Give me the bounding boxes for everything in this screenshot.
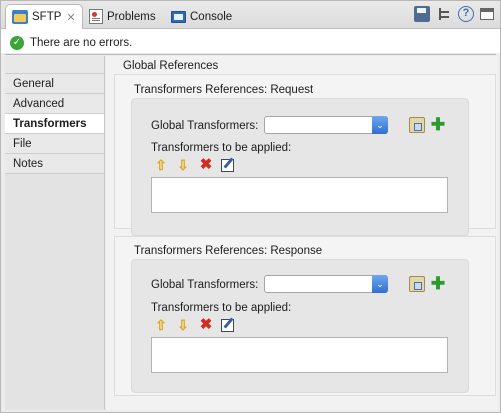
add-icon[interactable]: ✚ <box>430 275 446 293</box>
toolbar: ? <box>414 6 494 22</box>
transformers-list[interactable] <box>151 337 448 373</box>
arrow-up-icon[interactable]: ⇧ <box>153 157 169 173</box>
arrow-down-icon[interactable]: ⇩ <box>175 317 191 333</box>
transformers-applied-label: Transformers to be applied: <box>151 142 292 154</box>
sidebar-item-file[interactable]: File <box>5 134 104 154</box>
sidebar-item-advanced[interactable]: Advanced <box>5 94 104 114</box>
tab-label: SFTP <box>32 11 62 23</box>
delete-icon[interactable]: ✖ <box>198 317 214 333</box>
section-title: Global References <box>123 60 219 72</box>
editor-window: SFTP ✕ Problems Console ? ✓ There are no… <box>0 0 501 413</box>
main-content: Global References Transformers Reference… <box>106 56 498 410</box>
folder-icon <box>12 10 28 24</box>
tab-sftp[interactable]: SFTP ✕ <box>5 4 83 29</box>
response-group-title: Transformers References: Response <box>134 245 323 257</box>
status-text: There are no errors. <box>30 37 133 49</box>
delete-icon[interactable]: ✖ <box>198 157 214 173</box>
sidebar-header <box>5 56 104 74</box>
browse-icon[interactable] <box>409 117 425 133</box>
arrow-up-icon[interactable]: ⇧ <box>153 317 169 333</box>
sidebar: General Advanced Transformers File Notes <box>5 56 105 410</box>
tab-bar: SFTP ✕ Problems Console ? <box>1 1 500 29</box>
arrow-down-icon[interactable]: ⇩ <box>175 157 191 173</box>
sidebar-item-notes[interactable]: Notes <box>5 154 104 174</box>
console-icon <box>171 10 186 23</box>
transformers-list[interactable] <box>151 177 448 213</box>
tab-console[interactable]: Console <box>171 4 232 29</box>
global-transformers-label: Global Transformers: <box>151 279 259 291</box>
close-icon[interactable]: ✕ <box>66 11 75 24</box>
save-icon[interactable] <box>414 6 430 22</box>
divider <box>5 54 496 55</box>
edit-icon[interactable] <box>221 159 234 172</box>
problems-icon <box>89 9 103 24</box>
chevron-down-icon[interactable]: ⌄ <box>372 116 388 134</box>
help-icon[interactable]: ? <box>458 6 474 22</box>
request-group-title: Transformers References: Request <box>134 84 314 96</box>
sidebar-item-general[interactable]: General <box>5 74 104 94</box>
global-transformers-select[interactable]: ⌄ <box>264 275 388 293</box>
check-icon: ✓ <box>10 36 24 50</box>
edit-icon[interactable] <box>221 319 234 332</box>
tab-label: Console <box>190 10 233 23</box>
tab-label: Problems <box>107 10 156 23</box>
tab-problems[interactable]: Problems <box>89 4 156 29</box>
browse-icon[interactable] <box>409 276 425 292</box>
sidebar-item-transformers[interactable]: Transformers <box>5 114 104 134</box>
status-bar: ✓ There are no errors. <box>1 34 500 52</box>
tree-icon[interactable] <box>436 6 452 22</box>
global-transformers-select[interactable]: ⌄ <box>264 116 388 134</box>
chevron-down-icon[interactable]: ⌄ <box>372 275 388 293</box>
window-icon[interactable] <box>480 8 494 20</box>
transformers-applied-label: Transformers to be applied: <box>151 302 292 314</box>
global-transformers-label: Global Transformers: <box>151 120 259 132</box>
add-icon[interactable]: ✚ <box>430 116 446 134</box>
